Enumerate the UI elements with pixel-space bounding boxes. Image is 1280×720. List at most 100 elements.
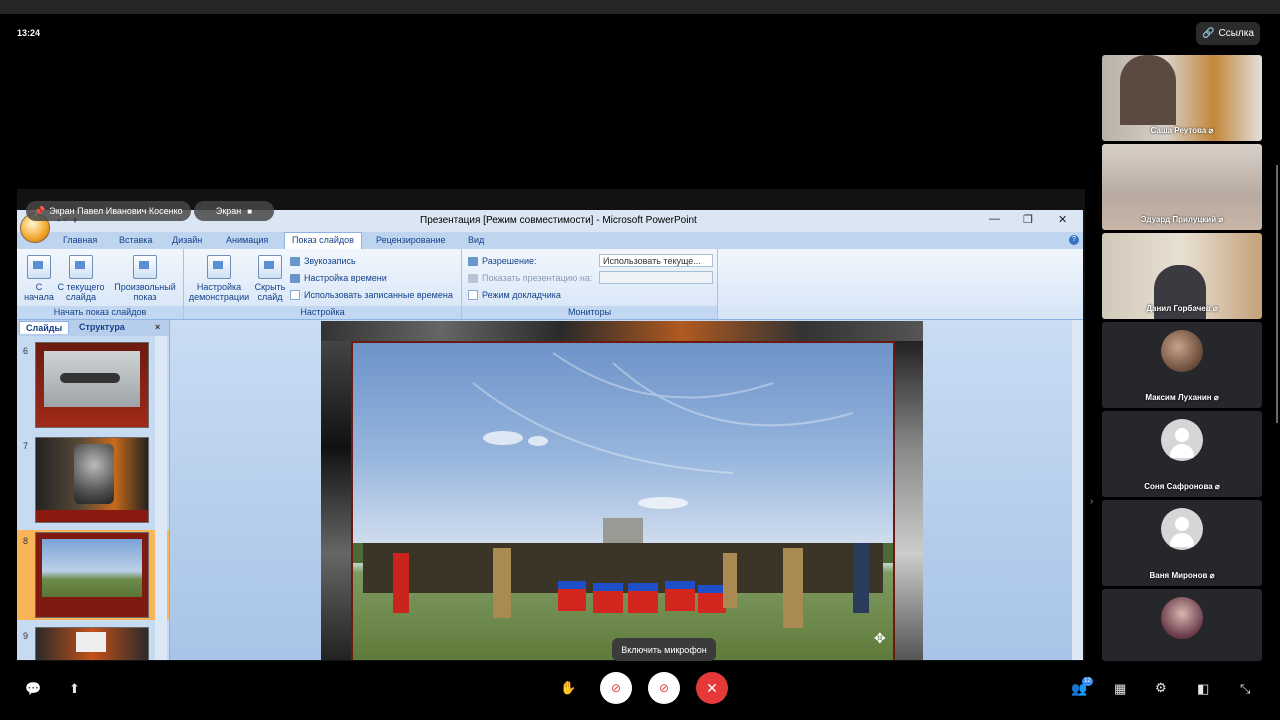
copy-link-label: Ссылка [1218,28,1254,39]
tab-slideshow[interactable]: Показ слайдов [284,232,362,249]
slides-panel: Слайды Структура × 6 7 8 9 [17,320,170,660]
chevron-right-icon[interactable]: › [1090,496,1093,507]
hide-slide-button[interactable]: Скрыть слайд [252,255,288,302]
current-slide[interactable] [321,321,923,660]
camera-off-icon: ⊘ [610,681,622,695]
close-icon[interactable]: ✕ [1058,213,1067,226]
slide-photo [351,341,895,660]
avatar-placeholder-icon [1161,419,1203,461]
panel-scrollbar[interactable] [155,336,167,660]
from-current-button[interactable]: С текущего слайда [57,255,105,302]
show-on-label: Показать презентацию на: [482,273,593,283]
help-icon[interactable]: ? [1069,235,1079,245]
slide-thumb-row-selected[interactable]: 8 [17,530,169,620]
participant-tile[interactable]: Данил Горбачев ⌀ [1102,233,1262,319]
group-title-monitors: Мониторы [462,306,717,319]
mic-off-icon: ⌀ [1210,304,1218,313]
rehearse-timings-label: Настройка времени [304,273,387,283]
tab-animation[interactable]: Анимация [226,235,268,245]
from-start-label: С начала [24,282,54,302]
use-timings-label: Использовать записанные времена [304,290,453,300]
mic-tooltip: Включить микрофон [612,638,716,661]
slide-thumbnail[interactable] [35,437,149,523]
slideshow-icon [27,255,51,279]
restore-icon[interactable]: ❐ [1023,213,1033,226]
copy-link-button[interactable]: 🔗 Ссылка [1196,22,1260,45]
mic-off-icon: ⌀ [1212,482,1220,491]
presenter-view-label: Режим докладчика [482,290,561,300]
participant-name: Саша Реутова ⌀ [1150,126,1214,135]
tab-review[interactable]: Рецензирование [376,235,446,245]
slide-thumb-row[interactable]: 6 [17,340,169,430]
ppt-window-title: Презентация [Режим совместимости] - Micr… [420,215,697,226]
participants-scrollbar[interactable] [1276,165,1278,423]
participant-tile[interactable]: Максим Луханин ⌀ [1102,322,1262,408]
tab-slides[interactable]: Слайды [19,321,70,334]
show-on-select [599,271,713,284]
custom-show-button[interactable]: Произвольный показ [112,255,178,302]
camera-toggle-button[interactable]: ⊘ [600,672,632,704]
checkbox-icon [468,290,478,300]
panel-close-icon[interactable]: × [155,322,160,332]
resolution-select[interactable]: Использовать текуще... [599,254,713,267]
slide-number: 8 [23,536,29,546]
group-title-setup: Настройка [184,306,461,319]
from-current-label: С текущего слайда [57,282,105,302]
close-icon: ✕ [706,679,718,696]
slide-right-collage [893,341,923,660]
rehearse-timings-button[interactable]: Настройка времени [290,273,387,283]
raise-hand-icon[interactable]: ✋ [560,680,576,696]
timer-icon [290,273,300,283]
hide-slide-icon [258,255,282,279]
presenter-view-checkbox[interactable]: Режим докладчика [468,290,561,300]
minimize-icon[interactable]: — [989,213,1000,225]
mic-off-icon: ⌀ [1216,215,1224,224]
participant-tile[interactable]: Саша Реутова ⌀ [1102,55,1262,141]
share-screen-icon[interactable]: ⬆ [69,681,80,697]
participant-tile[interactable] [1102,589,1262,661]
grid-layout-icon[interactable]: ▦ [1114,681,1126,697]
tab-home[interactable]: Главная [63,235,97,245]
mic-toggle-button[interactable]: ⊘ [648,672,680,704]
slide-number: 6 [23,346,29,356]
panel-tabs: Слайды Структура × [17,320,169,336]
slide-scrollbar[interactable] [1072,320,1083,660]
slide-thumbnail[interactable] [35,342,149,428]
screen-share-badge[interactable]: Экран ■ [194,201,274,221]
mic-off-icon: ⌀ [1207,571,1215,580]
participant-name: Эдуард Прилуцкий ⌀ [1140,215,1224,224]
gear-icon[interactable]: ⚙ [1155,680,1167,696]
ribbon: С начала С текущего слайда Произвольный … [17,249,1083,320]
ribbon-tabs: Главная Вставка Дизайн Анимация Показ сл… [17,232,1083,249]
group-title-start: Начать показ слайдов [17,306,183,319]
setup-show-button[interactable]: Настройка демонстрации [188,255,250,302]
picture-in-picture-icon[interactable]: ◧ [1197,681,1209,697]
chat-icon[interactable]: 💬 [25,681,41,697]
slide-thumb-row[interactable]: 7 [17,435,169,525]
resolution-row: Разрешение: [468,256,536,266]
slide-thumbnail[interactable] [35,532,149,618]
collapse-icon[interactable]: ⤡ [1240,681,1250,697]
tab-design[interactable]: Дизайн [172,235,202,245]
presenter-label-text: Экран Павел Иванович Косенко [49,206,183,216]
from-start-button[interactable]: С начала [23,255,55,302]
participant-tile[interactable]: Ваня Миронов ⌀ [1102,500,1262,586]
tab-view[interactable]: Вид [468,235,484,245]
participant-video [1120,55,1176,125]
link-icon: 🔗 [1202,28,1215,39]
participant-tile[interactable]: Соня Сафронова ⌀ [1102,411,1262,497]
mic-off-icon: ⌀ [1211,393,1219,402]
resolution-label: Разрешение: [482,256,537,266]
record-narration-label: Звукозапись [304,256,356,266]
end-call-button[interactable]: ✕ [696,672,728,704]
use-timings-checkbox[interactable]: Использовать записанные времена [290,290,453,300]
record-narration-button[interactable]: Звукозапись [290,256,356,266]
move-cursor-icon: ✥ [874,630,886,646]
powerpoint-window: Презентация [Режим совместимости] - Micr… [17,210,1083,660]
slide-thumb-row[interactable]: 9 [17,625,169,660]
tab-insert[interactable]: Вставка [119,235,152,245]
participant-tile[interactable]: Эдуард Прилуцкий ⌀ [1102,144,1262,230]
tab-outline[interactable]: Структура [79,322,125,332]
resolution-value: Использовать текуще... [603,256,701,266]
slide-thumbnail[interactable] [35,627,149,660]
